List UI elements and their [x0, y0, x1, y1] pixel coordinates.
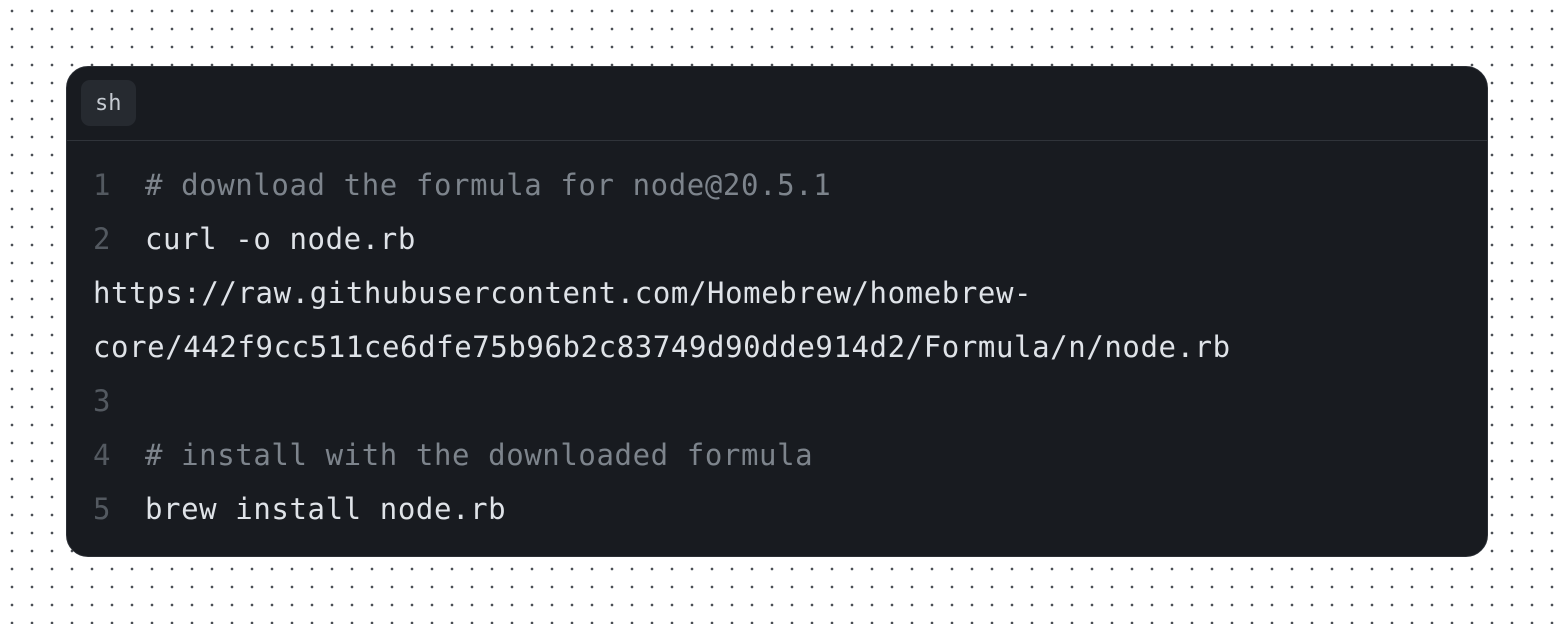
code-block: sh 1 # download the formula for node@20.5…	[66, 66, 1488, 557]
code-line: 4 # install with the downloaded formula	[93, 428, 1463, 482]
code-text: brew install node.rb	[145, 492, 507, 526]
line-number: 5	[93, 492, 112, 526]
code-line-wrapped: https://raw.githubusercontent.com/Homebr…	[93, 266, 1463, 320]
code-block-header: sh	[67, 67, 1487, 141]
code-comment: # download the formula for node@20.5.1	[145, 168, 832, 202]
code-text: core/442f9cc511ce6dfe75b96b2c83749d90dde…	[93, 330, 1231, 364]
code-line-wrapped: core/442f9cc511ce6dfe75b96b2c83749d90dde…	[93, 320, 1463, 374]
code-line: 2 curl -o node.rb	[93, 212, 1463, 266]
language-badge: sh	[81, 80, 136, 126]
code-body[interactable]: 1 # download the formula for node@20.5.1 …	[93, 158, 1463, 536]
code-comment: # install with the downloaded formula	[145, 438, 814, 472]
line-number: 4	[93, 438, 112, 472]
code-line: 5 brew install node.rb	[93, 482, 1463, 536]
line-number: 3	[93, 384, 112, 418]
line-number: 1	[93, 168, 112, 202]
code-text: curl -o node.rb	[145, 222, 416, 256]
code-line: 3	[93, 374, 1463, 428]
line-number: 2	[93, 222, 112, 256]
code-line: 1 # download the formula for node@20.5.1	[93, 158, 1463, 212]
code-text: https://raw.githubusercontent.com/Homebr…	[93, 276, 1033, 310]
